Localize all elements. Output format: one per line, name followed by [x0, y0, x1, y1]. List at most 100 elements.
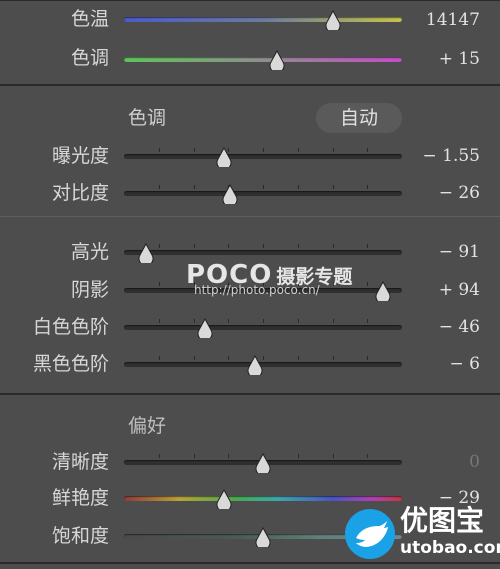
- bottom-edge-divider: [0, 562, 500, 564]
- exposure-slider-ticks: [124, 148, 402, 153]
- presence-section-title: 偏好: [128, 415, 167, 437]
- slider-tick: [263, 185, 264, 189]
- blacks-slider-thumb[interactable]: [247, 355, 263, 375]
- slider-tick: [194, 356, 195, 360]
- slider-tick: [298, 319, 299, 323]
- slider-tick: [263, 319, 264, 323]
- logo-url: utobao.com: [400, 538, 500, 558]
- contrast-label: 对比度: [51, 182, 109, 204]
- tint-slider-track[interactable]: [124, 57, 402, 62]
- whites-value[interactable]: − 46: [390, 316, 480, 338]
- highlights-slider-track[interactable]: [124, 250, 402, 255]
- shadows-value[interactable]: + 94: [390, 279, 480, 301]
- highlights-slider-ticks: [124, 244, 402, 249]
- section-divider-presence: [0, 393, 500, 395]
- slider-tick: [159, 356, 160, 360]
- slider-tick: [194, 148, 195, 152]
- exposure-value[interactable]: − 1.55: [390, 145, 481, 167]
- vibrance-label: 鲜艳度: [51, 487, 109, 509]
- slider-tick: [333, 356, 334, 360]
- exposure-slider-track[interactable]: [124, 154, 402, 159]
- clarity-label: 清晰度: [51, 451, 109, 473]
- contrast-slider[interactable]: [124, 184, 402, 206]
- logo-name: 优图宝: [400, 504, 485, 537]
- slider-tick: [298, 185, 299, 189]
- slider-tick: [159, 185, 160, 189]
- section-divider-tone: [0, 216, 500, 217]
- slider-tick: [263, 148, 264, 152]
- tint-slider[interactable]: [124, 50, 402, 72]
- slider-tick: [228, 356, 229, 360]
- slider-tick: [367, 282, 368, 286]
- slider-tick: [333, 319, 334, 323]
- shadows-slider-thumb[interactable]: [375, 281, 391, 301]
- top-edge-divider: [0, 0, 500, 1]
- poco-watermark-url: http://photo.poco.cn/: [194, 283, 320, 297]
- contrast-value[interactable]: − 26: [390, 182, 480, 204]
- slider-tick: [298, 356, 299, 360]
- tint-label: 色调: [70, 47, 109, 69]
- slider-tick: [159, 244, 160, 248]
- whites-label: 白色色阶: [32, 316, 109, 338]
- exposure-label: 曝光度: [51, 145, 109, 167]
- highlights-label: 高光: [70, 241, 109, 263]
- tint-slider-thumb[interactable]: [269, 50, 285, 70]
- slider-tick: [194, 319, 195, 323]
- slider-tick: [367, 319, 368, 323]
- contrast-slider-track[interactable]: [124, 191, 402, 196]
- blacks-label: 黑色色阶: [32, 353, 109, 375]
- exposure-slider[interactable]: [124, 147, 402, 169]
- shadows-label: 阴影: [70, 279, 109, 301]
- slider-tick: [228, 454, 229, 458]
- slider-tick: [298, 454, 299, 458]
- slider-tick: [298, 148, 299, 152]
- auto-button[interactable]: 自动: [316, 103, 402, 133]
- slider-tick: [194, 185, 195, 189]
- slider-tick: [333, 148, 334, 152]
- slider-tick: [367, 356, 368, 360]
- slider-tick: [159, 319, 160, 323]
- contrast-slider-ticks: [124, 185, 402, 190]
- clarity-slider[interactable]: [124, 453, 402, 475]
- slider-tick: [333, 454, 334, 458]
- temp-value[interactable]: 14147: [390, 9, 480, 31]
- saturation-slider-thumb[interactable]: [255, 527, 271, 547]
- temp-label: 色温: [70, 8, 109, 30]
- slider-tick: [159, 148, 160, 152]
- whites-slider-ticks: [124, 319, 402, 324]
- vibrance-slider-thumb[interactable]: [216, 489, 232, 509]
- slider-tick: [333, 244, 334, 248]
- highlights-value[interactable]: − 91: [390, 241, 480, 263]
- tint-value[interactable]: + 15: [390, 48, 480, 70]
- whites-slider[interactable]: [124, 318, 402, 340]
- slider-tick: [298, 244, 299, 248]
- slider-tick: [263, 244, 264, 248]
- temp-slider-thumb[interactable]: [325, 10, 341, 30]
- section-divider-wb: [0, 84, 500, 86]
- highlights-slider-thumb[interactable]: [138, 243, 154, 263]
- slider-tick: [367, 148, 368, 152]
- slider-tick: [228, 244, 229, 248]
- temp-slider[interactable]: [124, 10, 402, 32]
- saturation-label: 饱和度: [51, 525, 109, 547]
- clarity-slider-thumb[interactable]: [255, 453, 271, 473]
- clarity-value[interactable]: 0: [390, 451, 480, 473]
- slider-tick: [263, 356, 264, 360]
- whites-slider-track[interactable]: [124, 325, 402, 330]
- blacks-value[interactable]: − 6: [390, 353, 480, 375]
- slider-tick: [194, 244, 195, 248]
- slider-tick: [367, 185, 368, 189]
- tone-section-title: 色调: [128, 107, 167, 129]
- blacks-slider[interactable]: [124, 355, 402, 377]
- blacks-slider-ticks: [124, 356, 402, 361]
- vibrance-slider-track[interactable]: [124, 496, 402, 501]
- slider-tick: [159, 282, 160, 286]
- contrast-slider-thumb[interactable]: [222, 184, 238, 204]
- temp-slider-track[interactable]: [124, 17, 402, 22]
- whites-slider-thumb[interactable]: [197, 318, 213, 338]
- slider-tick: [333, 185, 334, 189]
- exposure-slider-thumb[interactable]: [216, 147, 232, 167]
- slider-tick: [367, 454, 368, 458]
- blacks-slider-track[interactable]: [124, 362, 402, 367]
- slider-tick: [194, 454, 195, 458]
